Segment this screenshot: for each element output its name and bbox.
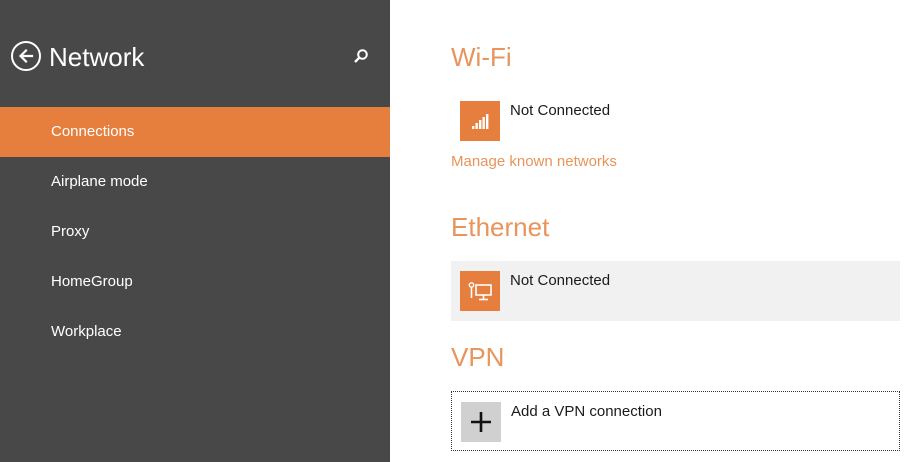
sidebar-item-label: Airplane mode (51, 173, 148, 190)
sidebar-item-homegroup[interactable]: HomeGroup (0, 257, 390, 307)
vpn-section-title: VPN (451, 342, 505, 372)
ethernet-tile (460, 271, 500, 311)
back-arrow-icon (18, 48, 34, 64)
ethernet-network-row[interactable]: Not Connected (451, 261, 900, 321)
wifi-network-row[interactable]: Not Connected (451, 91, 900, 151)
sidebar-item-workplace[interactable]: Workplace (0, 307, 390, 357)
ethernet-status: Not Connected (510, 272, 611, 289)
sidebar-item-connections[interactable]: Connections (0, 107, 390, 157)
search-icon (354, 49, 368, 63)
wifi-section-title: Wi-Fi (451, 42, 512, 72)
manage-known-networks-link[interactable]: Manage known networks (451, 153, 617, 171)
sidebar: Network Connections Airplane mode Proxy … (0, 0, 390, 462)
sidebar-item-label: Proxy (51, 223, 90, 240)
network-settings-window: Network Connections Airplane mode Proxy … (0, 0, 912, 462)
wifi-signal-icon (472, 114, 489, 129)
wifi-status: Not Connected (510, 102, 611, 119)
back-button[interactable] (11, 41, 41, 71)
sidebar-item-label: Connections (51, 123, 135, 140)
sidebar-item-proxy[interactable]: Proxy (0, 207, 390, 257)
sidebar-item-airplane-mode[interactable]: Airplane mode (0, 157, 390, 207)
sidebar-item-label: Workplace (51, 323, 122, 340)
plus-icon (471, 412, 491, 432)
wifi-tile (460, 101, 500, 141)
sidebar-item-label: HomeGroup (51, 273, 133, 290)
page-title: Network (49, 42, 145, 72)
ethernet-section-title: Ethernet (451, 212, 550, 242)
ethernet-icon (468, 282, 492, 301)
search-button[interactable] (351, 47, 371, 67)
add-vpn-label: Add a VPN connection (511, 403, 662, 420)
add-vpn-connection-button[interactable]: Add a VPN connection (451, 391, 900, 451)
vpn-add-tile (461, 402, 501, 442)
